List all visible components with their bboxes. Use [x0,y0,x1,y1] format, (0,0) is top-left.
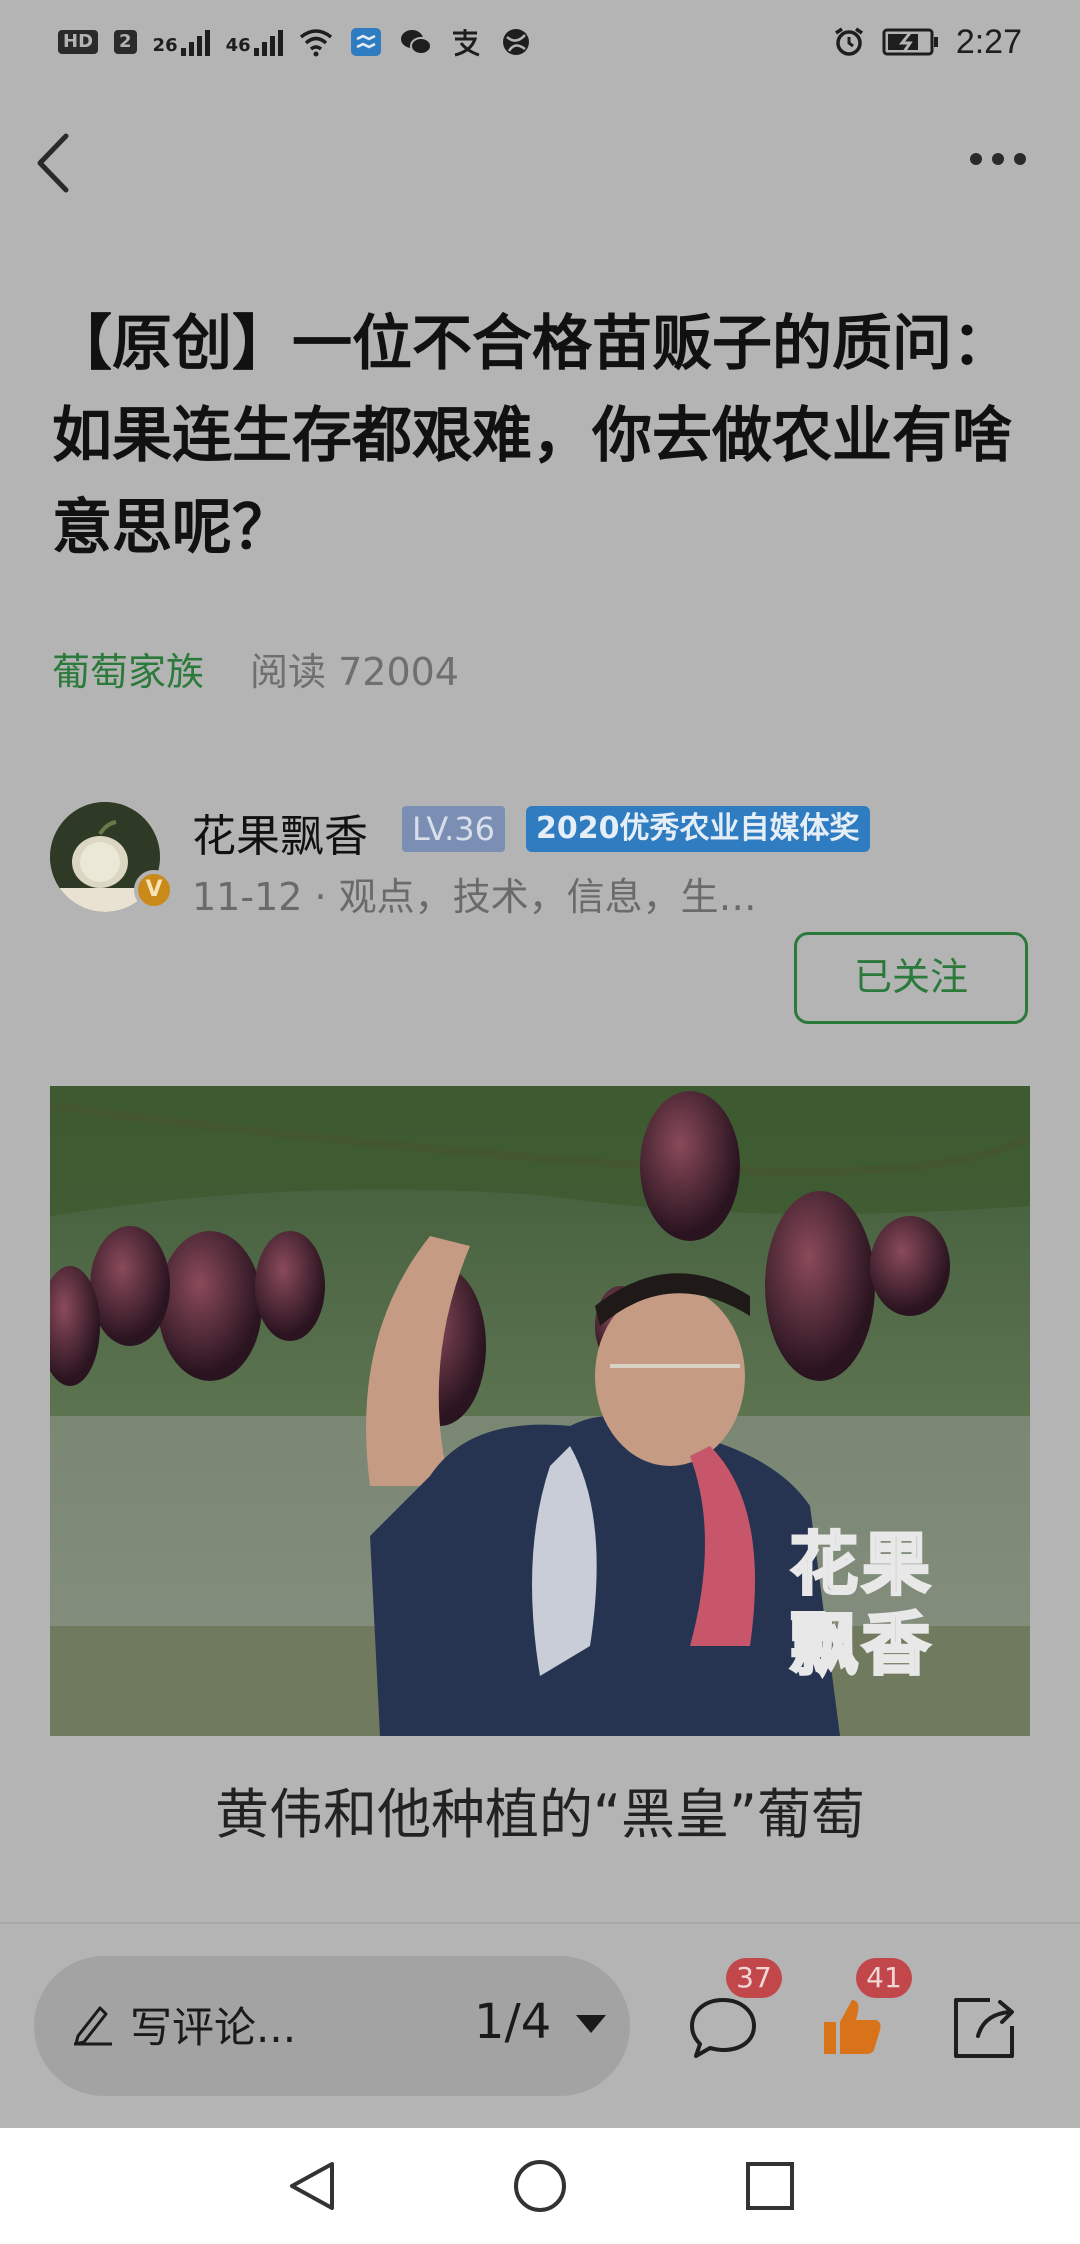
award-badge: 2020优秀农业自媒体奖 [526,806,870,852]
wechat-icon [400,30,432,55]
app-notification-icon [350,28,381,56]
follow-button[interactable]: 已关注 [794,932,1028,1024]
comment-count-badge: 37 [726,1958,782,1998]
level-badge: LV.36 [402,806,505,852]
status-left: HD 2 26 46 [58,27,533,57]
dropdown-icon[interactable] [574,2012,608,2036]
article-title: 【原创】一位不合格苗贩子的质问：如果连生存都艰难，你去做农业有啥意思呢？ [52,309,1012,563]
nav-recent-icon[interactable] [744,2160,796,2212]
author-name[interactable]: 花果飘香 [192,800,368,864]
comment-input[interactable]: 写评论... 1/4 [34,1956,630,2096]
wifi-icon [299,29,332,57]
share-icon [954,1998,1014,2058]
top-navigation [0,110,1080,210]
author-row[interactable]: V 花果飘香 LV.36 2020优秀农业自媒体奖 11-12 · 观点，技术，… [50,800,1030,920]
system-nav-bar [0,2128,1080,2244]
hd-indicator: HD [58,30,99,54]
status-right: 2:27 [832,23,1022,62]
signal-label: 26 [152,35,178,56]
sim-indicator: 2 [114,30,137,54]
back-arrow-icon[interactable] [30,128,80,198]
bottom-action-bar: 写评论... 1/4 37 41 [0,1924,1080,2128]
pencil-icon [74,2006,112,2046]
signal-icon: 46 [226,28,283,56]
comment-button[interactable]: 37 [688,1958,782,2062]
like-count-badge: 41 [856,1958,912,1998]
watermark-line: 花果 [789,1525,935,1607]
comment-bubble-icon [690,1998,756,2058]
share-button[interactable] [950,1992,1020,2062]
thumbs-up-icon [824,2000,881,2054]
nav-back-icon[interactable] [284,2158,340,2214]
category-link[interactable]: 葡萄家族 [52,641,204,696]
more-dots-icon[interactable] [968,144,1028,174]
article-meta: 葡萄家族 阅读 72004 [52,640,459,696]
battery-icon [882,28,938,56]
read-count: 阅读 72004 [250,649,459,694]
alipay-icon [452,29,480,57]
article-photo[interactable]: 花果 飘香 [50,1086,1030,1736]
clock: 2:27 [955,22,1022,61]
signal-label: 46 [225,35,251,56]
verified-badge: V [134,870,174,910]
signal-icon: 26 [153,28,210,56]
photo-caption: 黄伟和他种植的“黑皇”葡萄 [215,1783,865,1846]
author-subtitle: 11-12 · 观点，技术，信息，生… [192,875,757,919]
alarm-icon [834,27,863,56]
watermark-line: 飘香 [789,1605,935,1687]
nav-home-icon[interactable] [512,2158,568,2214]
status-bar: HD 2 26 46 2:27 [0,0,1080,84]
watermark: 花果 飘香 [789,1525,970,1687]
browser-icon [502,29,529,55]
like-button[interactable]: 41 [818,1958,912,2062]
page-indicator[interactable]: 1/4 [474,1994,551,2050]
comment-placeholder: 写评论... [130,2003,297,2052]
